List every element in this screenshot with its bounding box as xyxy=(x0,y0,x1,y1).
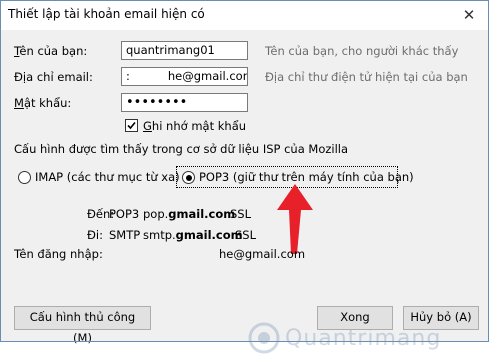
outgoing-security: SSL xyxy=(235,228,257,242)
name-hint: Tên của bạn, cho người khác thấy xyxy=(265,44,459,58)
manual-config-button[interactable]: Cấu hình thủ công (M) xyxy=(14,306,151,345)
name-label: Tên của bạn: xyxy=(14,44,88,58)
dialog-body: Tên của bạn: quantrimang01 Tên của bạn, … xyxy=(1,30,488,354)
incoming-host: pop.gmail.com xyxy=(143,207,235,221)
email-value-prefix: : xyxy=(126,69,130,83)
pop3-radio[interactable] xyxy=(182,171,195,184)
cancel-label: Hủy bỏ (A) xyxy=(410,310,472,324)
window-title: Thiết lập tài khoản email hiện có xyxy=(8,7,205,21)
password-label: Mật khẩu: xyxy=(14,96,72,110)
outgoing-host-domain: gmail.com xyxy=(175,228,243,242)
username-value: he@gmail.com xyxy=(219,247,306,261)
name-field[interactable]: quantrimang01 xyxy=(121,41,248,60)
email-field[interactable]: : he@gmail.com xyxy=(121,67,248,86)
outgoing-protocol: SMTP xyxy=(109,228,141,242)
remember-password-label: Ghi nhớ mật khẩu xyxy=(143,119,247,133)
manual-config-label: Cấu hình thủ công (M) xyxy=(29,310,136,345)
done-label: Xong xyxy=(340,310,370,324)
incoming-protocol: POP3 xyxy=(109,207,140,221)
done-button[interactable]: Xong xyxy=(317,306,393,330)
incoming-security: SSL xyxy=(230,207,252,221)
outgoing-host: smtp.gmail.com xyxy=(143,228,243,242)
outgoing-label: Đi: xyxy=(87,228,103,242)
name-label-text: ên của bạn: xyxy=(19,44,88,58)
remember-password-checkbox[interactable] xyxy=(125,119,138,132)
email-value-suffix: he@gmail.com xyxy=(167,69,248,83)
watermark-logo-icon xyxy=(248,322,280,354)
outgoing-host-prefix: smtp. xyxy=(143,228,176,242)
incoming-host-domain: gmail.com xyxy=(168,207,236,221)
incoming-host-prefix: pop. xyxy=(143,207,169,221)
imap-radio[interactable] xyxy=(18,171,31,184)
email-hint: Địa chỉ thư điện tử hiện tại của bạn xyxy=(265,70,468,84)
password-field[interactable]: •••••••• xyxy=(121,93,248,112)
pop3-label: POP3 (giữ thư trên máy tính của bạn) xyxy=(199,170,414,184)
username-label: Tên đăng nhập: xyxy=(14,247,103,261)
config-found-message: Cấu hình được tìm thấy trong cơ sở dữ li… xyxy=(14,142,349,156)
imap-label: IMAP (các thư mục từ xa) xyxy=(35,170,180,184)
cancel-button[interactable]: Hủy bỏ (A) xyxy=(403,306,479,330)
email-label: Địa chỉ email: xyxy=(14,70,93,84)
title-bar: Thiết lập tài khoản email hiện có ✕ xyxy=(0,0,489,31)
check-icon xyxy=(127,121,136,130)
close-icon[interactable]: ✕ xyxy=(459,5,479,25)
